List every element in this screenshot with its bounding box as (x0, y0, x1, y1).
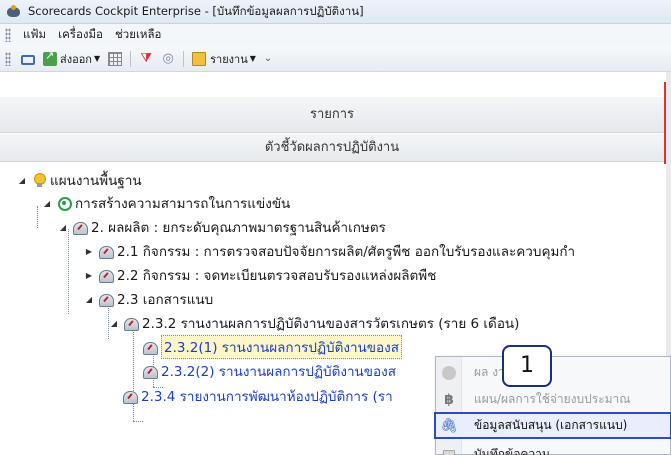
tree-node-label: 2.3.2 รานงานผลการปฏิบัติงานของสารวัตรเกษ… (142, 316, 520, 332)
tree-node-label: 2. ผลผลิต : ยกระดับคุณภาพมาตรฐานสินค้าเก… (91, 220, 386, 236)
menu-bar: แฟ้ม เครื่องมือ ช่วยเหลือ (0, 24, 671, 46)
report-button[interactable]: รายงาน ▼ (188, 49, 260, 69)
mask-icon (442, 365, 456, 380)
collapse-icon[interactable]: ◢ (58, 223, 68, 232)
menu-tools[interactable]: เครื่องมือ (52, 26, 109, 44)
tree-node[interactable]: ▶ 2.2 กิจกรรม : จดทะเบียนตรวจสอบรับรองแห… (0, 263, 664, 287)
context-item-result[interactable]: ผล งาน (436, 359, 670, 386)
print-icon (21, 54, 35, 65)
window-title: Scorecards Cockpit Enterprise - [บันทึกข… (28, 3, 364, 18)
chevron-down-icon: ▼ (249, 54, 256, 63)
tree-node[interactable]: ◢ การสร้างความสามารถในการแข่งขัน (0, 191, 664, 215)
tree-node-label: การสร้างความสามารถในการแข่งขัน (75, 196, 291, 212)
title-bar: Scorecards Cockpit Enterprise - [บันทึกข… (0, 0, 671, 24)
filter-button[interactable]: ⧩ (135, 49, 157, 69)
tree-node-label: แผนงานพื้นฐาน (50, 173, 142, 189)
tree-node[interactable]: ◢ 2. ผลผลิต : ยกระดับคุณภาพมาตรฐานสินค้า… (0, 215, 664, 239)
gauge-icon (98, 291, 114, 307)
eye-icon: ◎ (162, 50, 174, 66)
tree-node-label: 2.3.2(2) รานงานผลการปฏิบัติงานของส (161, 364, 396, 380)
menu-help[interactable]: ช่วยเหลือ (109, 26, 167, 44)
export-button[interactable]: ส่งออก ▼ (39, 49, 104, 69)
filter-icon: ⧩ (140, 50, 152, 66)
toolbar-grip-icon (5, 51, 11, 66)
grid-top-band (0, 72, 664, 97)
tree-node-label: 2.3.2(1) รานงานผลการปฏิบัติงานของส (161, 335, 402, 359)
paperclip-icon: 🖇 (440, 417, 458, 434)
tree-node[interactable]: ▶ 2.1 กิจกรรม : การตรวจสอบปัจจัยการผลิต/… (0, 239, 664, 263)
column-header-items[interactable]: รายการ (0, 97, 664, 133)
app-icon (6, 4, 22, 20)
report-icon (192, 51, 207, 66)
export-label: ส่งออก (60, 52, 92, 66)
tree-node[interactable]: ◢ แผนงานพื้นฐาน (0, 168, 664, 192)
context-item-attachments[interactable]: 🖇 ข้อมูลสนับสนุน (เอกสารแนบ) (434, 412, 671, 439)
gauge-icon (123, 315, 139, 331)
gauge-icon (72, 219, 88, 235)
tree-node[interactable]: ◢ 2.3 เอกสารแนบ (0, 287, 664, 311)
context-item-label: แผน/ผลการใช้จ่ายงบประมาณ (474, 392, 631, 406)
note-icon (443, 449, 455, 455)
tree-node-label: 2.3.4 รายงานการพัฒนาห้องปฏิบัติการ (รา (141, 389, 393, 405)
gauge-icon (142, 339, 158, 355)
target-icon (56, 195, 72, 211)
menu-file[interactable]: แฟ้ม (17, 26, 52, 44)
toolbar-overflow-button[interactable]: ⌄ (260, 49, 276, 69)
tree-node-label: 2.3 เอกสารแนบ (117, 292, 214, 308)
collapse-icon[interactable]: ◢ (17, 176, 27, 185)
grid-button[interactable] (104, 49, 126, 69)
context-item-label: ข้อมูลสนับสนุน (เอกสารแนบ) (474, 418, 628, 432)
expand-icon[interactable]: ▶ (84, 247, 94, 256)
tree-node-label: 2.1 กิจกรรม : การตรวจสอบปัจจัยการผลิต/ศั… (117, 244, 576, 260)
step-callout: 1 (502, 345, 552, 387)
collapse-icon[interactable]: ◢ (109, 319, 119, 328)
context-item-label: บันทึกข้อความ (474, 447, 550, 455)
column-header-kpi[interactable]: ตัวชี้วัดผลการปฏิบัติงาน (0, 134, 664, 162)
report-label: รายงาน (210, 52, 248, 66)
gauge-icon (122, 388, 138, 404)
chevron-down-icon: ▼ (93, 54, 101, 63)
print-button[interactable] (17, 49, 39, 69)
collapse-icon[interactable]: ◢ (84, 295, 94, 304)
toolbar-separator (183, 50, 185, 67)
tree-node-label: 2.2 กิจกรรม : จดทะเบียนตรวจสอบรับรองแหล่… (117, 268, 437, 284)
menu-grip-icon (5, 28, 11, 42)
toolbar: ส่งออก ▼ ⧩ ◎ รายงาน ▼ ⌄ (0, 46, 671, 72)
context-item-budget[interactable]: ฿ แผน/ผลการใช้จ่ายงบประมาณ (436, 386, 670, 413)
export-icon (43, 49, 57, 66)
gauge-icon (98, 267, 114, 283)
view-button[interactable]: ◎ (157, 49, 179, 69)
context-item-note[interactable]: บันทึกข้อความ (436, 441, 670, 455)
bulb-icon (31, 172, 47, 188)
tree-connector (133, 421, 143, 422)
toolbar-separator (130, 50, 132, 67)
baht-icon: ฿ (444, 391, 454, 408)
tree-node[interactable]: ◢ 2.3.2 รานงานผลการปฏิบัติงานของสารวัตรเ… (0, 311, 664, 335)
expand-icon[interactable]: ▶ (84, 271, 94, 280)
collapse-icon[interactable]: ◢ (42, 199, 52, 208)
context-menu: ผล งาน ฿ แผน/ผลการใช้จ่ายงบประมาณ 🖇 ข้อม… (434, 356, 671, 455)
gauge-icon (98, 243, 114, 259)
grid-icon (108, 51, 123, 66)
gauge-icon (142, 363, 158, 379)
